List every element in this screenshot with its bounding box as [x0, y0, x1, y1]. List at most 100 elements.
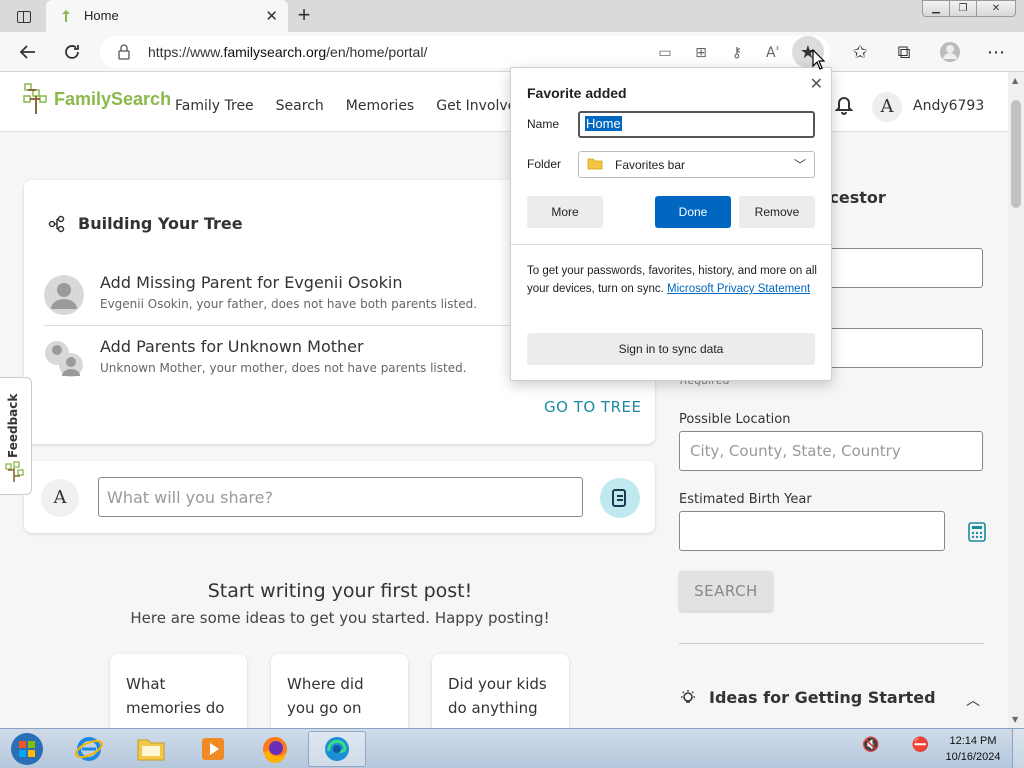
- web-page: FamilySearch Family Tree Search Memories…: [0, 72, 1008, 728]
- tree-nodes-icon: [48, 215, 65, 232]
- show-desktop-button[interactable]: [1012, 729, 1024, 768]
- remove-button[interactable]: Remove: [739, 196, 815, 228]
- start-button[interactable]: [2, 730, 52, 768]
- profile-avatar-icon[interactable]: [934, 36, 966, 68]
- user-avatar: A: [41, 479, 79, 517]
- browser-titlebar: Home ✕ + ▁ ❐ ✕: [0, 0, 1024, 32]
- user-avatar[interactable]: A: [872, 92, 902, 122]
- task-subtitle: Evgenii Osokin, your father, does not ha…: [100, 297, 478, 311]
- logo-text: FamilySearch: [54, 88, 172, 109]
- familysearch-logo[interactable]: FamilySearch: [22, 82, 171, 116]
- idea-card[interactable]: What memories do: [110, 654, 247, 728]
- media-player-icon: [202, 738, 224, 760]
- tab-home[interactable]: Home ✕: [46, 0, 288, 32]
- sync-info-text: To get your passwords, favorites, histor…: [527, 265, 817, 295]
- read-aloud-icon[interactable]: Aʾ: [764, 44, 782, 62]
- url-text: https://www.familysearch.org/en/home/por…: [148, 44, 428, 60]
- windows-logo-icon: [11, 733, 43, 765]
- tree-logo-icon: [23, 83, 47, 114]
- scroll-up-icon[interactable]: ▲: [1012, 76, 1018, 85]
- tab-close-icon[interactable]: ✕: [265, 7, 278, 25]
- scrollbar-thumb[interactable]: [1011, 100, 1021, 208]
- birth-year-input[interactable]: [679, 511, 945, 551]
- taskbar-internet-explorer[interactable]: [60, 731, 118, 767]
- search-button[interactable]: SEARCH: [679, 571, 773, 611]
- name-label: Name: [527, 117, 560, 131]
- close-window-button[interactable]: ✕: [976, 0, 1016, 17]
- chevron-down-icon: ﹀: [793, 158, 806, 172]
- taskbar-clock[interactable]: 12:14 PM 10/16/2024: [938, 733, 1008, 765]
- address-bar[interactable]: https://www.familysearch.org/en/home/por…: [100, 36, 830, 68]
- refresh-icon[interactable]: [56, 36, 88, 68]
- start-subtitle: Here are some ideas to get you started. …: [130, 609, 550, 627]
- nav-family-tree[interactable]: Family Tree: [175, 98, 254, 114]
- card-heading: Building Your Tree: [48, 214, 243, 233]
- task-title: Add Parents for Unknown Mother: [100, 337, 364, 356]
- more-button[interactable]: More: [527, 196, 603, 228]
- popup-title: Favorite added: [527, 85, 627, 101]
- restore-button[interactable]: ❐: [949, 0, 977, 17]
- new-tab-button[interactable]: +: [292, 4, 316, 28]
- favorite-added-popup: ✕ Favorite added Name Home Folder Favori…: [510, 67, 832, 381]
- add-memory-button[interactable]: [600, 478, 640, 518]
- calculator-icon[interactable]: [968, 522, 986, 542]
- lock-icon: [118, 44, 130, 60]
- done-button[interactable]: Done: [655, 196, 731, 228]
- main-nav: Family Tree Search Memories Get Involved: [175, 98, 547, 114]
- location-label: Possible Location: [679, 412, 791, 427]
- tab-actions-icon[interactable]: [8, 6, 40, 28]
- immersive-reader-icon[interactable]: ▭: [656, 44, 674, 62]
- edge-icon: [325, 737, 349, 761]
- favorite-name-input[interactable]: Home: [578, 111, 815, 138]
- network-disconnected-icon[interactable]: ⛔: [911, 737, 928, 753]
- ideas-heading[interactable]: Ideas for Getting Started: [679, 688, 936, 707]
- nav-memories[interactable]: Memories: [346, 98, 414, 114]
- more-menu-icon[interactable]: ⋯: [980, 36, 1012, 68]
- username[interactable]: Andy6793: [913, 98, 984, 114]
- bell-icon[interactable]: [834, 96, 854, 116]
- go-to-tree-link[interactable]: GO TO TREE: [544, 398, 641, 416]
- minimize-button[interactable]: ▁: [922, 0, 950, 17]
- back-arrow-icon[interactable]: [12, 36, 44, 68]
- browser-toolbar: https://www.familysearch.org/en/home/por…: [0, 32, 1024, 72]
- chevron-up-icon[interactable]: ︿: [966, 690, 980, 710]
- page-scrollbar[interactable]: ▲ ▼: [1008, 72, 1024, 728]
- windows-taskbar: 🔇 ⛔ 12:14 PM 10/16/2024: [0, 728, 1024, 768]
- window-controls: ▁ ❐ ✕: [922, 0, 1016, 18]
- sign-in-sync-button[interactable]: Sign in to sync data: [527, 333, 815, 365]
- familysearch-favicon-icon: [62, 10, 70, 22]
- internet-explorer-icon: [75, 737, 103, 761]
- feedback-label: Feedback: [6, 393, 20, 458]
- task-title: Add Missing Parent for Evgenii Osokin: [100, 273, 403, 292]
- collections-icon[interactable]: ⧉: [888, 36, 920, 68]
- start-title: Start writing your first post!: [207, 580, 473, 602]
- location-input[interactable]: City, County, State, Country: [679, 431, 983, 471]
- share-input[interactable]: What will you share?: [98, 477, 583, 517]
- folder-icon: [137, 739, 165, 761]
- scroll-down-icon[interactable]: ▼: [1012, 715, 1018, 724]
- apps-icon[interactable]: ⊞: [692, 44, 710, 62]
- taskbar-file-explorer[interactable]: [122, 731, 180, 767]
- taskbar-firefox[interactable]: [246, 731, 304, 767]
- person-silhouette-icon: [44, 275, 84, 315]
- lightbulb-icon: [681, 689, 695, 703]
- tab-title: Home: [84, 8, 119, 23]
- privacy-statement-link[interactable]: Microsoft Privacy Statement: [667, 283, 810, 295]
- favorites-list-icon[interactable]: ✩: [844, 36, 876, 68]
- key-icon[interactable]: ⚷: [728, 44, 746, 62]
- taskbar-media-player[interactable]: [184, 731, 242, 767]
- nav-search[interactable]: Search: [276, 98, 324, 114]
- folder-select[interactable]: Favorites bar ﹀: [578, 151, 815, 178]
- folder-icon: [587, 158, 603, 170]
- feedback-tab[interactable]: Feedback: [0, 377, 32, 495]
- divider: [679, 643, 984, 644]
- folder-value: Favorites bar: [615, 158, 686, 172]
- taskbar-edge[interactable]: [308, 731, 366, 767]
- firefox-icon: [263, 737, 287, 763]
- close-icon[interactable]: ✕: [810, 74, 823, 94]
- volume-muted-icon[interactable]: 🔇: [862, 737, 879, 753]
- birth-year-label: Estimated Birth Year: [679, 492, 812, 507]
- idea-card[interactable]: Where did you go on: [271, 654, 408, 728]
- idea-card[interactable]: Did your kids do anything: [432, 654, 569, 728]
- familysearch-tree-icon: [5, 461, 24, 482]
